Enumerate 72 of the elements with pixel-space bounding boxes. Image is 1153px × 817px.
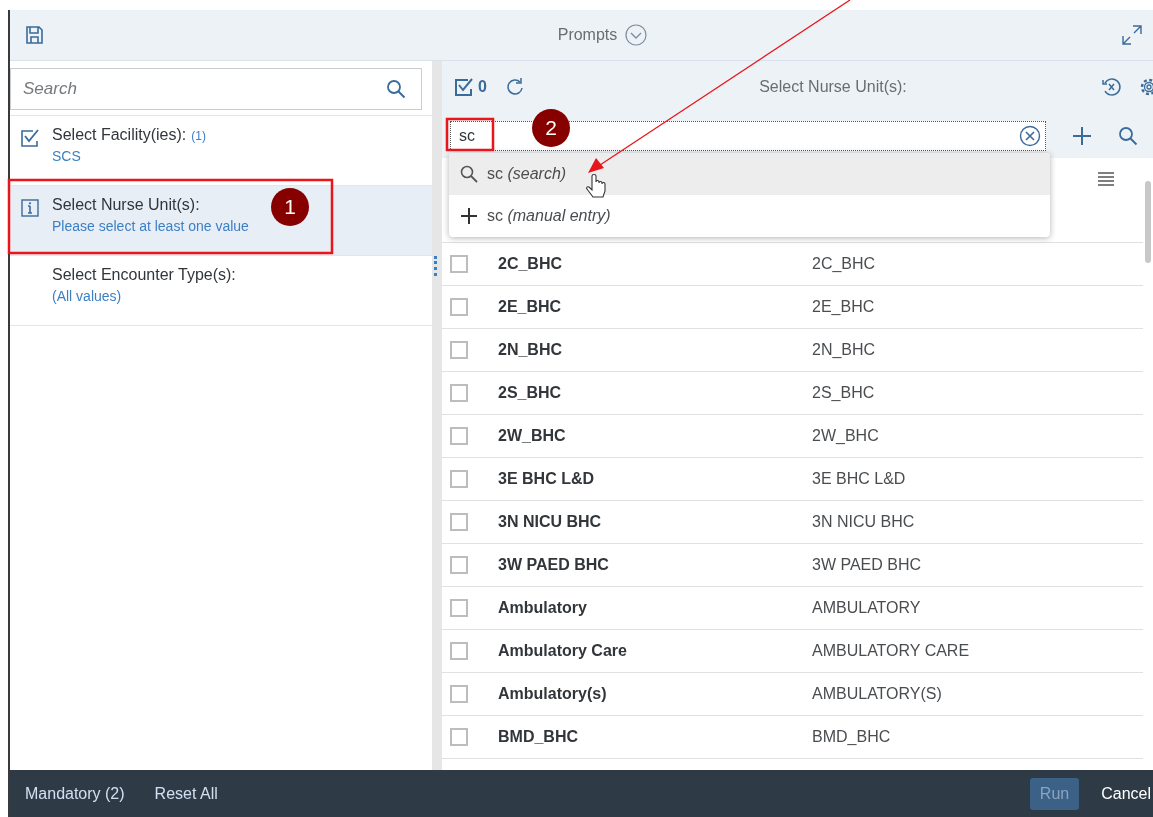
table-cell: 2N_BHC [812,341,876,359]
table-cell-text: Ambulatory(s) [498,685,608,703]
checkbox[interactable] [450,470,468,488]
checkbox[interactable] [450,427,468,445]
table-cell: 3W PAED BHC [812,556,922,574]
table-cell-text: 2S_BHC [498,384,563,402]
table-cell: AMBULATORY(S) [812,685,942,703]
table-cell-text: 3N NICU BHC [498,513,603,531]
checkbox[interactable] [450,599,468,617]
table-cell-text: Ambulatory [498,599,588,617]
checkbox[interactable] [450,556,468,574]
selected-count: 0 [478,78,487,96]
footer-link[interactable]: Mandatory (2) [25,784,125,803]
table-cell: 3N NICU BHC [812,513,915,531]
add-icon [459,206,479,226]
search-icon[interactable] [1118,125,1138,146]
scrollbar-thumb[interactable] [1145,181,1151,263]
prompt-value: Please select at least one value [52,218,249,234]
hand-cursor-icon [586,173,606,198]
list-icon[interactable] [1097,170,1115,188]
table-cell-text: 3W PAED BHC [498,556,610,574]
clear-icon[interactable] [1019,124,1041,147]
prompt-label: Select Nurse Unit(s): [52,196,200,214]
table-cell: 2S_BHC [812,384,875,402]
save-icon[interactable] [24,25,44,45]
checkbox[interactable] [450,298,468,316]
table-cell-text: 2N_BHC [498,341,563,359]
table-cell-text: 2E_BHC [498,298,563,316]
refresh-icon[interactable] [504,77,525,97]
table-cell: BMD_BHC [812,728,891,746]
prompt-label: Select Encounter Type(s): [52,266,236,284]
footer-link[interactable]: Reset All [154,784,218,803]
suggestion-option[interactable]: sc (search) [449,153,1050,195]
table-cell: AMBULATORY [812,599,921,617]
search-icon [459,164,479,184]
table-cell-text: Ambulatory Care [498,642,628,660]
checkbox-tick-icon [20,128,40,148]
table-cell-text: 3E BHC L&D [498,470,595,488]
value-count: (1) [191,129,206,143]
table-cell: 2C_BHC [812,255,876,273]
table-cell: 2W_BHC [812,427,879,445]
table-cell-text: BMD_BHC [498,728,579,746]
table-cell: 3E BHC L&D [812,470,906,488]
chevron-down-icon[interactable] [625,24,648,46]
settings-icon[interactable] [1139,77,1153,97]
search-icon[interactable] [386,79,406,99]
add-icon[interactable] [1072,125,1092,146]
checkbox[interactable] [450,642,468,660]
table-cell-text: 2W_BHC [498,427,567,445]
table-cell: AMBULATORY CARE [812,642,970,660]
table-cell-text: 2C_BHC [498,255,563,273]
prompt-item[interactable]: Select Encounter Type(s): (All values) [10,255,432,326]
checkbox[interactable] [450,728,468,746]
info-icon [20,198,40,218]
panel-title: Select Nurse Unit(s): [758,78,908,96]
checkbox[interactable] [450,685,468,703]
checkbox[interactable] [450,513,468,531]
prompt-value: (All values) [52,288,123,304]
checkbox[interactable] [450,384,468,402]
prompt-label: Select Facility(ies): [52,126,187,144]
suggestion-option[interactable]: sc (manual entry) [449,195,1050,237]
search-field[interactable]: Search [10,68,422,110]
expand-icon[interactable] [1121,24,1143,46]
table-cell: 2E_BHC [812,298,875,316]
window-title: Prompts [557,26,618,44]
highlight-frame [445,117,495,152]
checkbox[interactable] [450,255,468,273]
checkbox-tick-icon[interactable] [454,77,474,97]
prompt-value: SCS [52,148,82,164]
checkbox[interactable] [450,341,468,359]
reset-icon[interactable] [1101,77,1121,97]
footer-button[interactable]: Cancel [1101,777,1151,810]
